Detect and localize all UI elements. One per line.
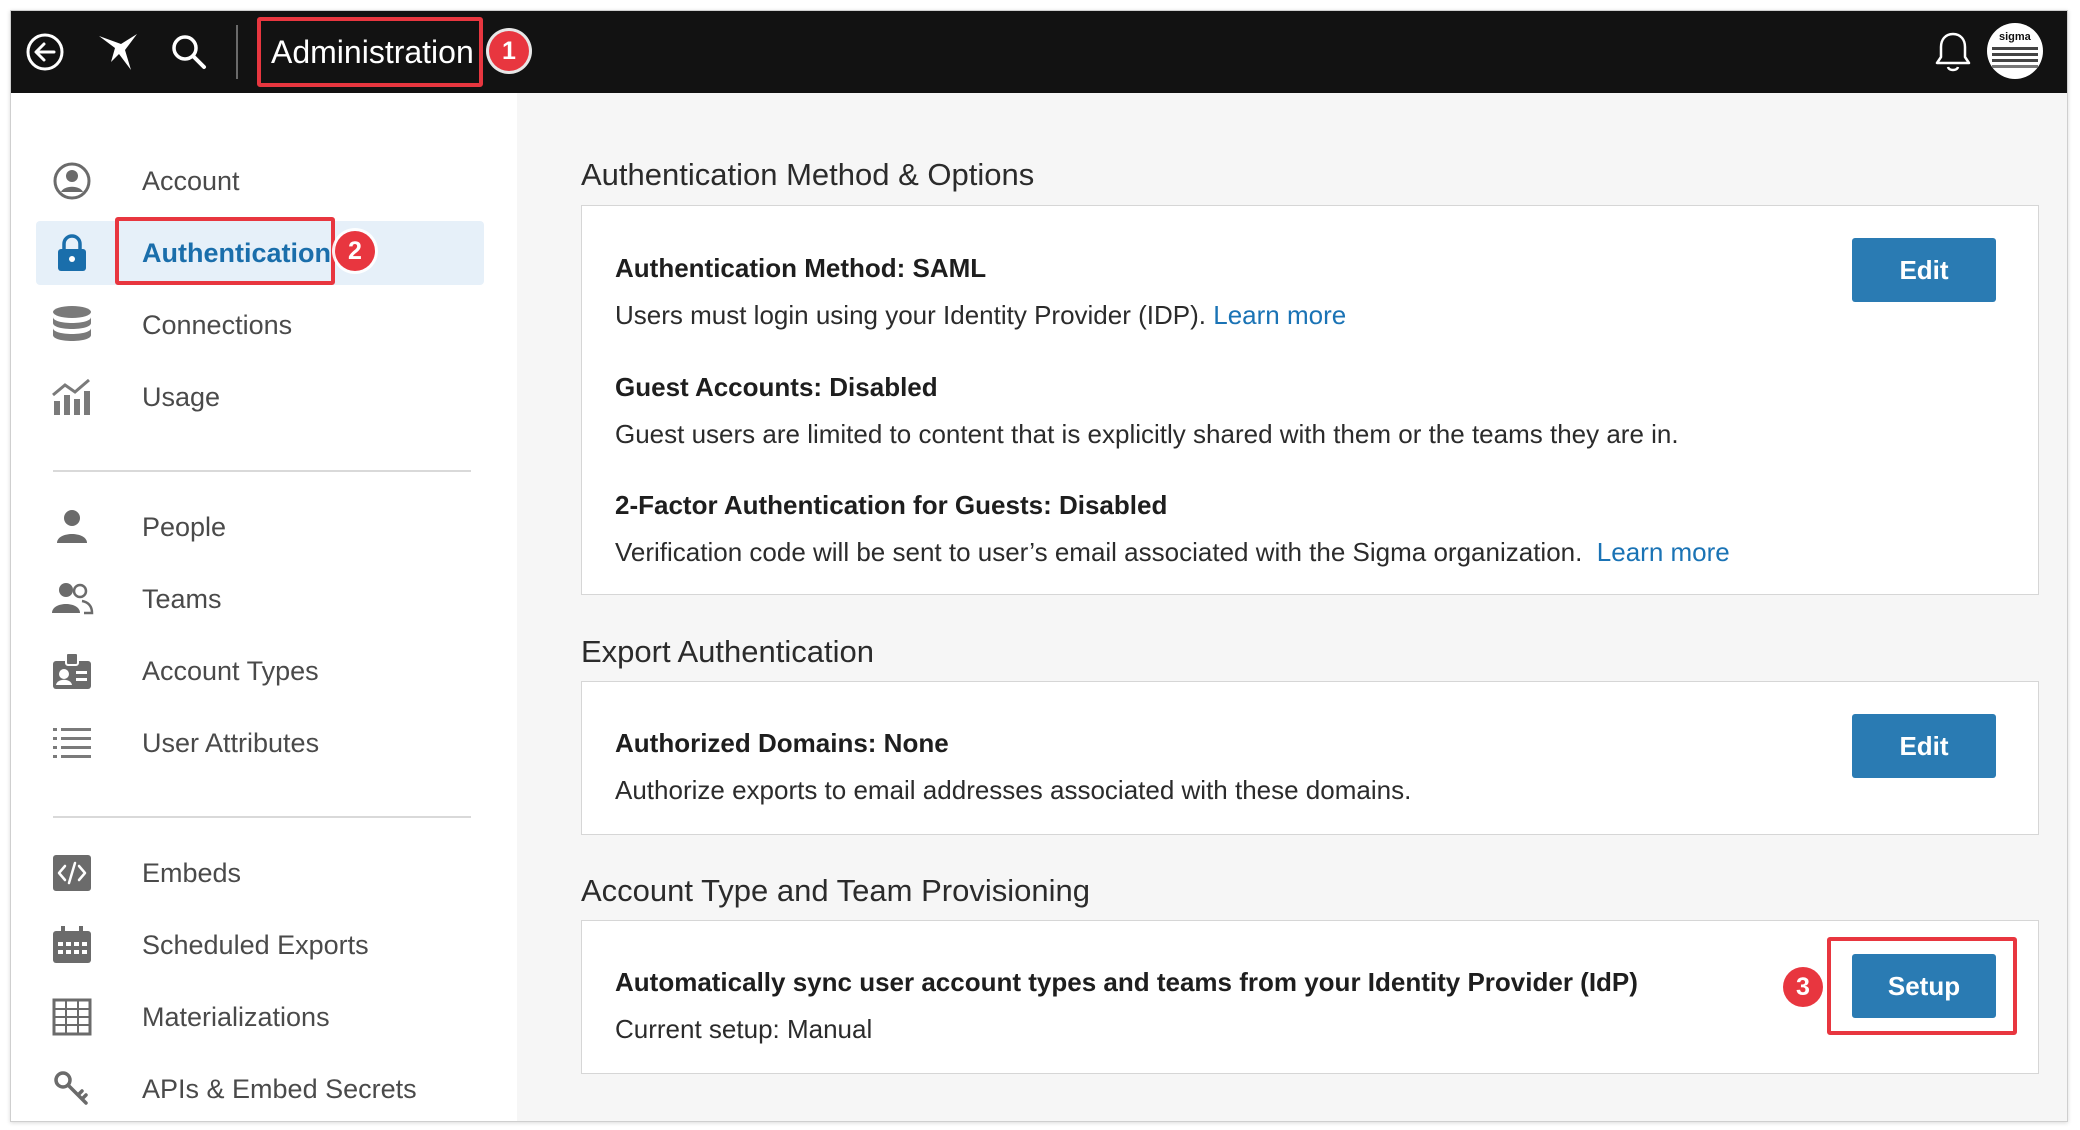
annotation-badge-1: 1 (489, 31, 529, 71)
section-title-provisioning: Account Type and Team Provisioning (581, 873, 1090, 908)
learn-more-link[interactable]: Learn more (1213, 300, 1346, 330)
sidebar-item-label: Usage (142, 381, 221, 412)
sidebar-item-account[interactable]: Account (36, 149, 484, 213)
callout-box-3 (1827, 937, 2017, 1035)
auth-method-heading: Authentication Method: SAML (615, 253, 987, 283)
sidebar-divider (53, 816, 471, 818)
database-icon (50, 305, 94, 345)
id-badge-icon (50, 651, 94, 691)
app-window: Administration 1 sigma Account Authentic… (10, 10, 2068, 1122)
sidebar-divider (53, 470, 471, 472)
two-factor-heading: 2-Factor Authentication for Guests: Disa… (615, 490, 1168, 520)
sidebar-item-label: Account Types (142, 655, 319, 686)
key-icon (50, 1069, 94, 1109)
guest-accounts-text: Guest users are limited to content that … (615, 419, 1679, 449)
edit-auth-method-button[interactable]: Edit (1852, 238, 1996, 302)
export-auth-card: Authorized Domains: None Authorize expor… (581, 681, 2039, 835)
calendar-icon (50, 925, 94, 965)
guest-accounts-heading: Guest Accounts: Disabled (615, 372, 938, 402)
auth-method-description: Users must login using your Identity Pro… (615, 300, 1346, 331)
sidebar-item-connections[interactable]: Connections (36, 293, 484, 357)
section-title-export-auth: Export Authentication (581, 634, 874, 669)
provisioning-text: Current setup: Manual (615, 1014, 873, 1044)
sidebar-item-scheduled-exports[interactable]: Scheduled Exports (36, 913, 484, 977)
sidebar-item-label: User Attributes (142, 727, 320, 758)
topbar-separator (236, 25, 238, 79)
sidebar-item-label: Connections (142, 309, 293, 340)
sidebar-item-people[interactable]: People (36, 495, 484, 559)
usage-chart-icon (50, 377, 94, 417)
lock-icon (50, 233, 94, 273)
auth-method-card: Authentication Method: SAML Users must l… (581, 205, 2039, 595)
authorized-domains-heading: Authorized Domains: None (615, 728, 949, 758)
sidebar-item-label: Teams (142, 583, 222, 614)
sidebar-item-label: Embeds (142, 857, 242, 888)
avatar-fine-print (1992, 47, 2038, 50)
sigma-logo-icon[interactable] (97, 30, 141, 74)
provisioning-heading: Automatically sync user account types an… (615, 967, 1638, 997)
learn-more-link[interactable]: Learn more (1597, 537, 1730, 567)
section-title-auth-method: Authentication Method & Options (581, 157, 1035, 192)
callout-box-2 (115, 217, 335, 285)
sidebar-item-usage[interactable]: Usage (36, 365, 484, 429)
annotation-badge-2: 2 (335, 231, 375, 271)
sidebar-item-label: Account (142, 165, 240, 196)
callout-box-1 (257, 17, 483, 87)
back-arrow-icon[interactable] (23, 30, 67, 74)
sidebar: Account Authentication 2 Connections Usa… (11, 93, 517, 1121)
edit-export-auth-button[interactable]: Edit (1852, 714, 1996, 778)
sidebar-item-teams[interactable]: Teams (36, 567, 484, 631)
sidebar-item-label: Materializations (142, 1001, 330, 1032)
sidebar-item-label: Scheduled Exports (142, 929, 369, 960)
code-icon (50, 853, 94, 893)
user-circle-icon (50, 161, 94, 201)
two-factor-description: Verification code will be sent to user’s… (615, 537, 1730, 568)
annotation-badge-3: 3 (1783, 967, 1823, 1007)
table-grid-icon (50, 997, 94, 1037)
avatar-brand: sigma (1999, 31, 2031, 43)
sidebar-item-label: APIs & Embed Secrets (142, 1073, 417, 1104)
avatar[interactable]: sigma (1987, 23, 2043, 79)
sidebar-item-user-attributes[interactable]: User Attributes (36, 711, 484, 775)
sidebar-item-apis-embed-secrets[interactable]: APIs & Embed Secrets (36, 1057, 484, 1121)
team-icon (50, 579, 94, 619)
list-icon (50, 723, 94, 763)
top-bar: Administration 1 sigma (11, 11, 2067, 93)
authorized-domains-text: Authorize exports to email addresses ass… (615, 775, 1412, 805)
sidebar-item-account-types[interactable]: Account Types (36, 639, 484, 703)
sidebar-item-embeds[interactable]: Embeds (36, 841, 484, 905)
search-icon[interactable] (167, 30, 211, 74)
bell-icon[interactable] (1931, 30, 1975, 74)
two-factor-text: Verification code will be sent to user’s… (615, 537, 1583, 567)
sidebar-item-label: People (142, 511, 227, 542)
auth-method-text: Users must login using your Identity Pro… (615, 300, 1206, 330)
person-icon (50, 507, 94, 547)
sidebar-item-materializations[interactable]: Materializations (36, 985, 484, 1049)
